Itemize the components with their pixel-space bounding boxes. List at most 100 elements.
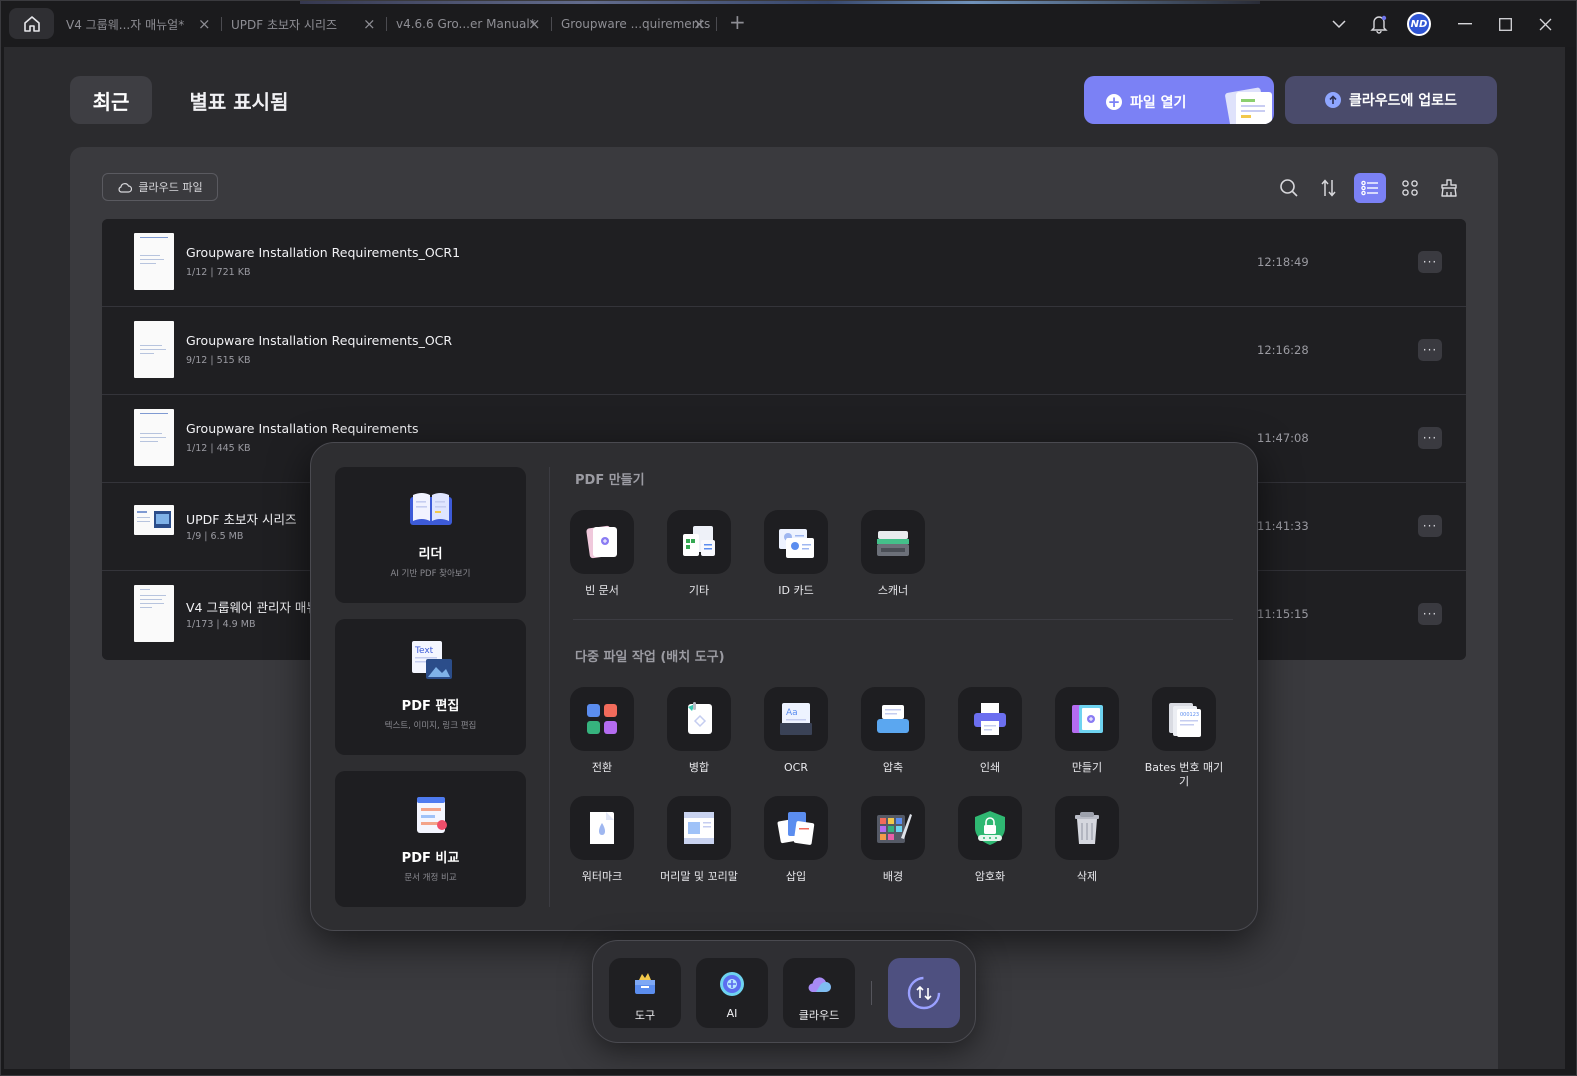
dock-tools-label: 도구 [634,1009,656,1022]
compress-icon [877,705,909,733]
close-icon[interactable]: × [198,16,211,32]
tool-create[interactable]: 만들기 [1047,687,1127,775]
tool-convert[interactable]: 전환 [562,687,642,775]
open-file-label: 파일 열기 [1130,95,1187,111]
file-time: 11:41:33 [1257,519,1309,533]
grid-view-button[interactable] [1394,173,1426,203]
background-strip [300,0,1260,4]
tool-label: 인쇄 [979,761,1001,774]
divider [549,467,550,907]
close-icon[interactable]: × [363,16,376,32]
tool-label: 병합 [688,761,710,774]
close-icon[interactable]: × [528,16,541,32]
scanner-icon [877,531,909,556]
svg-text:Aa: Aa [786,708,798,718]
tab-starred[interactable]: 별표 표시됨 [174,76,304,124]
svg-text:000123: 000123 [1180,712,1199,718]
reader-card[interactable]: 리더 AI 기반 PDF 찾아보기 [335,467,526,603]
file-thumbnail [134,409,174,466]
svg-text:Text: Text [414,646,434,656]
sort-button[interactable] [1313,173,1345,203]
minimize-icon[interactable] [1457,16,1473,32]
tool-other-files[interactable]: 기타 [659,510,739,598]
divider [573,619,1233,620]
tab-recent[interactable]: 최근 [70,76,152,124]
tab-v466-manual[interactable]: v4.6.6 Gro...er Manual* × [396,14,541,34]
home-button[interactable] [9,8,54,39]
tool-merge[interactable]: 병합 [659,687,739,775]
dock-ai-label: AI [726,1007,738,1020]
more-options-icon[interactable]: ··· [1418,251,1442,273]
tool-label: 삭제 [1076,870,1098,883]
tab-v4-manual[interactable]: V4 그룹웨...자 매뉴얼* × [66,14,211,34]
avatar[interactable]: ND [1407,12,1431,36]
tool-label: Bates 번호 매기기 [1144,761,1224,788]
more-options-icon[interactable]: ··· [1418,339,1442,361]
clean-button[interactable] [1433,173,1465,203]
tool-insert[interactable]: 삽입 [756,796,836,884]
file-time: 12:18:49 [1257,255,1309,269]
book-icon [410,493,452,525]
tool-print[interactable]: 인쇄 [950,687,1030,775]
tab-groupware-requirements[interactable]: Groupware ...quirements × [561,14,710,34]
file-name: Groupware Installation Requirements [186,421,419,436]
cloud-files-button[interactable]: 클라우드 파일 [102,173,218,201]
tool-delete[interactable]: 삭제 [1047,796,1127,884]
chevron-down-icon[interactable] [1330,16,1348,32]
tool-header-footer[interactable]: 머리말 및 꼬리말 [659,796,739,884]
tool-label: 워터마크 [581,870,623,883]
dock-toggle-button[interactable] [888,958,960,1028]
new-tab-button[interactable]: + [729,12,746,32]
bell-icon[interactable] [1369,13,1389,35]
open-file-button[interactable]: + 파일 열기 [1084,76,1274,124]
dock-tools-button[interactable]: 도구 [609,958,681,1028]
bottom-dock: 도구 AI 클라우드 [592,940,976,1043]
tool-compress[interactable]: 압축 [853,687,933,775]
pdf-edit-card[interactable]: Text PDF 편집 텍스트, 이미지, 링크 편집 [335,619,526,755]
close-window-icon[interactable] [1537,16,1553,32]
section-title-create-pdf: PDF 만들기 [575,473,645,488]
tools-popover: 리더 AI 기반 PDF 찾아보기 Text PDF 편집 텍스트, 이미지, … [310,442,1258,931]
search-button[interactable] [1273,173,1305,203]
tool-id-card[interactable]: ID 카드 [756,510,836,598]
tab-updf-beginner[interactable]: UPDF 초보자 시리즈 × [231,14,376,34]
tab-label: UPDF 초보자 시리즈 [231,17,338,32]
pdf-compare-card[interactable]: PDF 비교 문서 개정 비교 [335,771,526,907]
section-title-batch: 다중 파일 작업 (배치 도구) [575,650,725,665]
tool-scanner[interactable]: 스캐너 [853,510,933,598]
encrypt-icon [975,811,1005,845]
broom-icon [1441,179,1457,197]
upload-cloud-button[interactable]: 클라우드에 업로드 [1285,76,1497,124]
tool-label: 암호화 [974,870,1006,883]
tool-bates-numbering[interactable]: 000123 Bates 번호 매기기 [1144,687,1224,789]
insert-icon [777,812,815,845]
cloud-icon [118,182,133,193]
file-row[interactable]: Groupware Installation Requirements_OCR1… [102,219,1466,307]
blank-doc-icon [586,525,617,559]
more-options-icon[interactable]: ··· [1418,515,1442,537]
tool-background[interactable]: 배경 [853,796,933,884]
ai-icon [720,972,744,996]
more-options-icon[interactable]: ··· [1418,603,1442,625]
dock-cloud-button[interactable]: 클라우드 [783,958,855,1028]
tool-watermark[interactable]: 워터마크 [562,796,642,884]
close-icon[interactable]: × [693,16,706,32]
tool-label: 빈 문서 [585,584,619,597]
tool-blank-document[interactable]: 빈 문서 [562,510,642,598]
tool-label: 전환 [591,761,613,774]
more-options-icon[interactable]: ··· [1418,427,1442,449]
dock-ai-button[interactable]: AI [696,958,768,1028]
tab-separator [551,17,552,31]
tool-ocr[interactable]: Aa OCR [756,687,836,775]
tool-encrypt[interactable]: 암호화 [950,796,1030,884]
tool-label: 배경 [882,870,904,883]
background-icon [877,814,912,843]
file-time: 11:47:08 [1257,431,1309,445]
plus-icon: + [1106,92,1122,111]
file-name: Groupware Installation Requirements_OCR [186,333,453,348]
list-view-button[interactable] [1354,173,1386,203]
edit-text-image-icon: Text [412,641,452,679]
file-time: 12:16:28 [1257,343,1309,357]
file-row[interactable]: Groupware Installation Requirements_OCR … [102,307,1466,395]
maximize-icon[interactable] [1497,16,1513,32]
